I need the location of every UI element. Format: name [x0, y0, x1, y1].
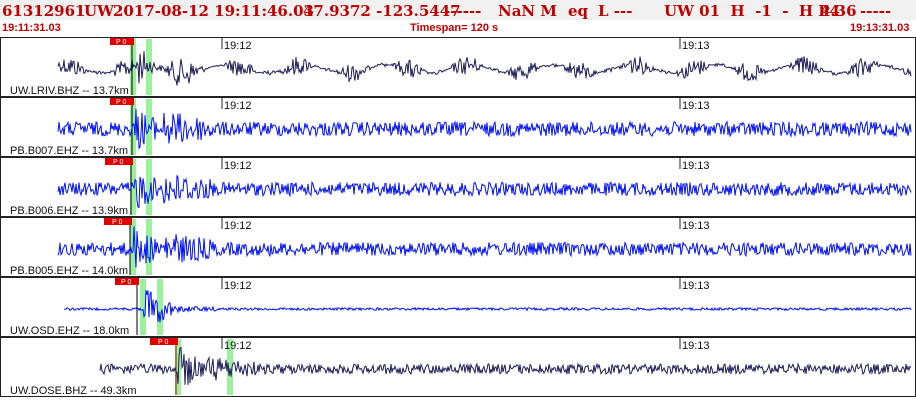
trace-panel[interactable]: [0, 157, 916, 217]
minute-label: 19:12: [224, 280, 252, 292]
pick-marker-label: P 0: [121, 279, 131, 286]
pick-marker-label: P 0: [116, 39, 126, 46]
seismogram-panels[interactable]: 19:12 19:13 P 0 UW.LRIV.BHZ -- 13.7km 19:12 1…: [0, 0, 916, 400]
channel-label: UW.DOSE.BHZ -- 49.3km: [10, 385, 137, 397]
minute-label: 19:13: [682, 160, 710, 172]
minute-label: 19:12: [224, 160, 252, 172]
minute-label: 19:12: [224, 340, 252, 352]
minute-label: 19:12: [224, 100, 252, 112]
pick-marker-label: P 0: [116, 99, 126, 106]
channel-label: PB.B006.EHZ -- 13.9km: [10, 205, 128, 217]
pick-window-marker: [157, 279, 163, 335]
minute-label: 19:13: [682, 280, 710, 292]
minute-label: 19:12: [224, 220, 252, 232]
minute-label: 19:13: [682, 340, 710, 352]
minute-label: 19:12: [224, 40, 252, 52]
pick-marker-label: P 0: [112, 219, 122, 226]
channel-label: UW.LRIV.BHZ -- 13.7km: [10, 85, 129, 97]
minute-label: 19:13: [682, 100, 710, 112]
channel-label: PB.B005.EHZ -- 14.0km: [10, 265, 128, 277]
channel-label: PB.B007.EHZ -- 13.7km: [10, 145, 128, 157]
minute-label: 19:13: [682, 40, 710, 52]
minute-label: 19:13: [682, 220, 710, 232]
pick-marker-label: P 0: [158, 339, 168, 346]
channel-label: UW.OSD.EHZ -- 18.0km: [10, 325, 129, 337]
pick-marker-label: P 0: [113, 159, 123, 166]
waveform-viewer: 61312961 UW 2017-08-12 19:11:46.03 47.93…: [0, 0, 916, 400]
